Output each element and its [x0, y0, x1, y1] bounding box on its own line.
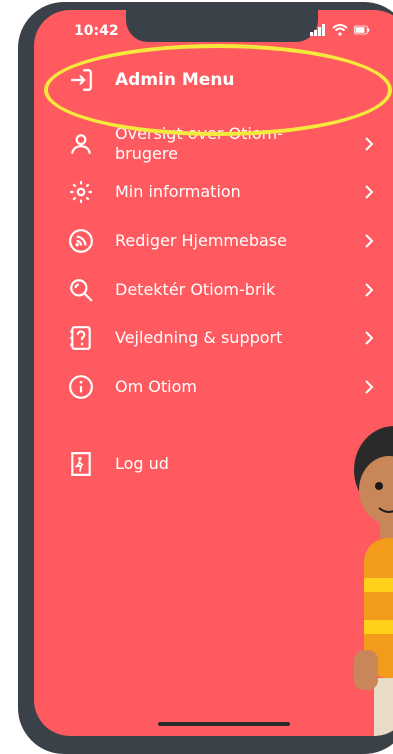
home-signal-icon [69, 229, 93, 253]
user-icon [71, 134, 91, 154]
home-indicator[interactable] [158, 722, 290, 726]
highlight-annotation [44, 44, 392, 136]
chevron-right-icon [365, 283, 374, 297]
wifi-icon [332, 24, 348, 36]
chevron-right-icon [365, 185, 374, 199]
gear-icon [70, 181, 92, 203]
chevron-right-icon [365, 137, 374, 151]
menu-item-label: Om Otiom [115, 377, 197, 396]
menu-item-min-information[interactable]: Min information [34, 168, 393, 216]
status-icons [310, 24, 370, 36]
info-icon [69, 375, 93, 399]
help-book-icon [70, 326, 91, 350]
status-time: 10:42 [74, 23, 119, 39]
battery-icon [354, 25, 370, 35]
phone-notch [126, 10, 318, 42]
chevron-right-icon [365, 380, 374, 394]
logout-icon [71, 452, 91, 476]
chevron-right-icon [365, 234, 374, 248]
search-icon [70, 279, 93, 302]
chevron-right-icon [365, 331, 374, 345]
menu-item-label: Detektér Otiom-brik [115, 280, 276, 299]
menu-item-label: Min information [115, 182, 241, 201]
logout-label: Log ud [115, 454, 169, 473]
menu-item-label: Rediger Hjemmebase [115, 231, 287, 250]
character-illustration [354, 426, 393, 736]
menu-item-vejledning-support[interactable]: Vejledning & support [34, 314, 393, 362]
menu-item-om-otiom[interactable]: Om Otiom [34, 363, 393, 411]
menu-item-label: Vejledning & support [115, 328, 283, 347]
signal-icon [310, 24, 325, 36]
menu-item-rediger-hjemmebase[interactable]: Rediger Hjemmebase [34, 217, 393, 265]
app-screen: 10:42 Admin Menu Oversigt over Otiom- br… [34, 10, 393, 736]
menu-item-detekter-otiom-brik[interactable]: Detektér Otiom-brik [34, 266, 393, 314]
